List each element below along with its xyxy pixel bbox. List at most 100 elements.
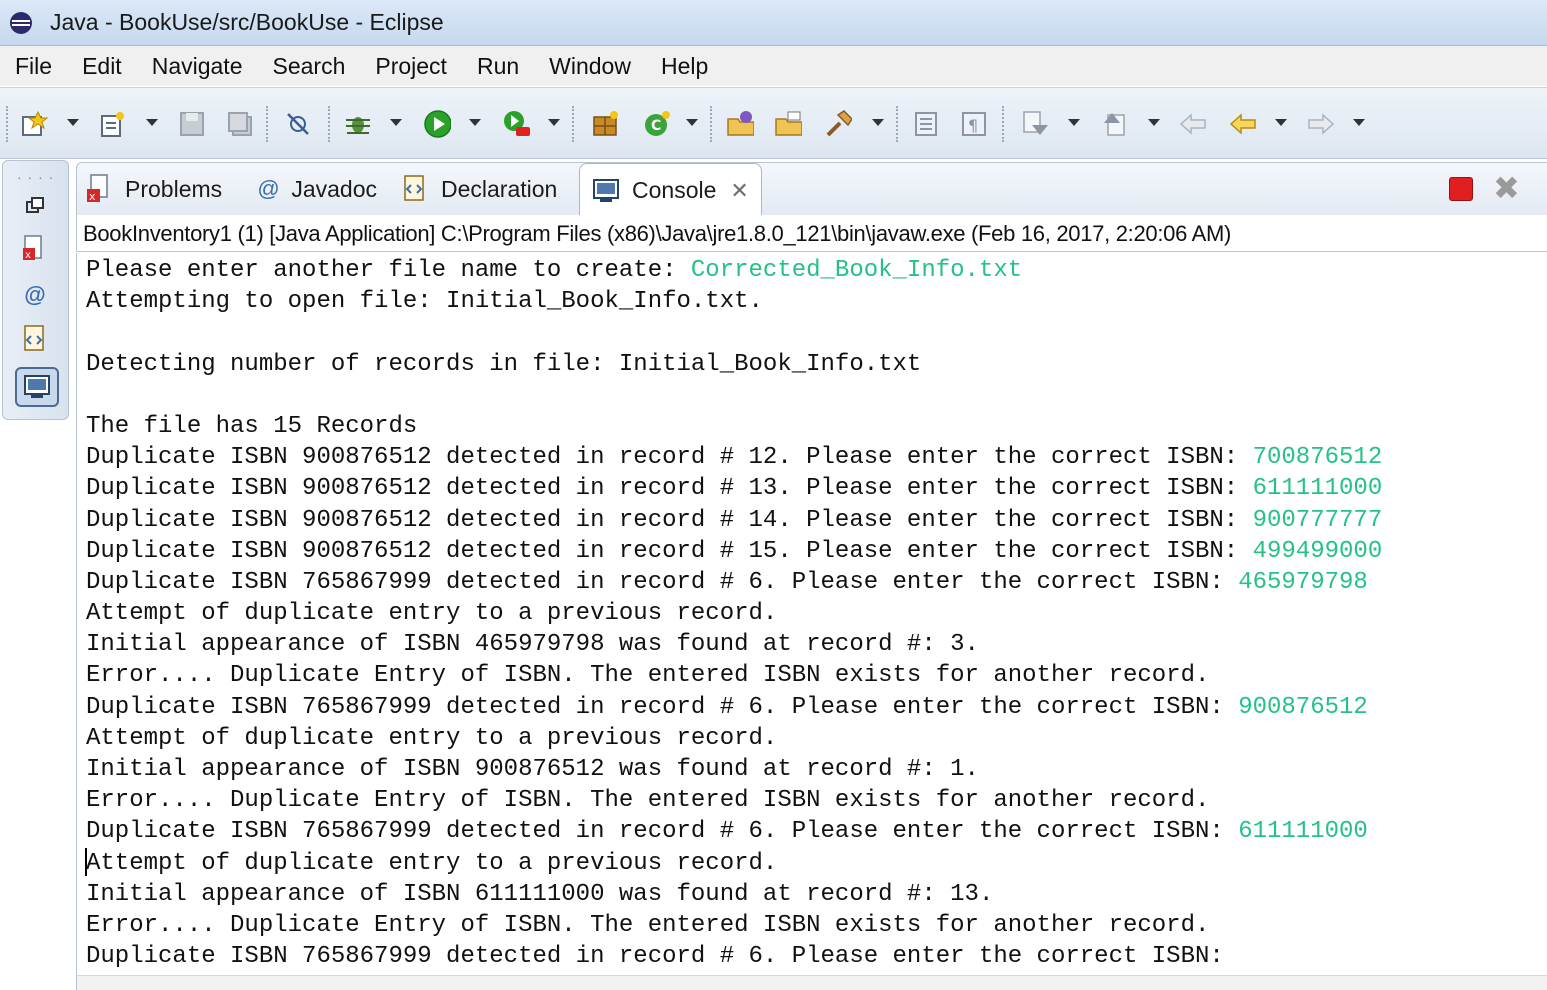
- run-dropdown-arrow[interactable]: [469, 119, 481, 126]
- toggle-block-icon[interactable]: [912, 110, 940, 138]
- console-line: Error.... Duplicate Entry of ISBN. The e…: [86, 660, 1547, 691]
- run-icon[interactable]: [423, 110, 451, 138]
- tab-problems[interactable]: x Problems: [85, 163, 222, 215]
- previous-annotation-dropdown-arrow[interactable]: [1148, 119, 1160, 126]
- menu-navigate[interactable]: Navigate: [137, 53, 258, 80]
- console-output-text: Error.... Duplicate Entry of ISBN. The e…: [86, 787, 1210, 815]
- menu-file[interactable]: File: [0, 53, 67, 80]
- declaration-view-icon[interactable]: [15, 321, 55, 357]
- horizontal-scrollbar[interactable]: [76, 975, 1547, 990]
- tab-label: Declaration: [441, 175, 558, 202]
- menu-run[interactable]: Run: [462, 53, 534, 80]
- new-wizard-icon[interactable]: [20, 110, 48, 138]
- menu-project[interactable]: Project: [360, 53, 462, 80]
- minimized-view-trim: · · · · x @: [2, 160, 69, 420]
- console-user-input: 900876512: [1238, 693, 1368, 721]
- new-java-project-icon[interactable]: [590, 110, 618, 138]
- console-output-text: Please enter another file name to create…: [86, 257, 691, 284]
- declaration-icon: [401, 173, 429, 205]
- debug-icon[interactable]: [344, 110, 372, 138]
- tab-declaration[interactable]: Declaration: [401, 163, 557, 215]
- console-user-input: 611111000: [1238, 818, 1368, 846]
- console-output-text: Duplicate ISBN 900876512 detected in rec…: [86, 475, 1253, 503]
- problems-icon: x: [85, 173, 113, 205]
- javadoc-icon: @: [257, 176, 280, 201]
- console-line: Attempt of duplicate entry to a previous…: [86, 723, 1547, 754]
- console-output-text: Duplicate ISBN 765867999 detected in rec…: [86, 693, 1239, 721]
- console-line: Error.... Duplicate Entry of ISBN. The e…: [86, 785, 1547, 816]
- menu-edit[interactable]: Edit: [67, 53, 137, 80]
- menu-help[interactable]: Help: [646, 53, 723, 80]
- toolbar-separator: [710, 106, 712, 142]
- back-dropdown-arrow[interactable]: [1275, 119, 1287, 126]
- console-output-text: Duplicate ISBN 900876512 detected in rec…: [86, 506, 1253, 534]
- window-title-bar[interactable]: Java - BookUse/src/BookUse - Eclipse: [0, 0, 1547, 46]
- console-output-text: Attempt of duplicate entry to a previous…: [86, 600, 778, 628]
- save-icon[interactable]: [178, 110, 206, 138]
- window-title: Java - BookUse/src/BookUse - Eclipse: [50, 9, 444, 35]
- menu-search[interactable]: Search: [257, 53, 360, 80]
- console-output-text: Attempt of duplicate entry to a previous…: [86, 724, 778, 752]
- console-output-text: Error.... Duplicate Entry of ISBN. The e…: [86, 911, 1210, 939]
- tab-javadoc[interactable]: @ Javadoc: [257, 163, 377, 215]
- toolbar-separator: [896, 106, 898, 142]
- console-line: Initial appearance of ISBN 611111000 was…: [86, 879, 1547, 910]
- console-view-icon[interactable]: [15, 367, 59, 407]
- console-output-text: Initial appearance of ISBN 465979798 was…: [86, 631, 979, 659]
- console-output-text: Initial appearance of ISBN 900876512 was…: [86, 756, 979, 783]
- console-line: Duplicate ISBN 765867999 detected in rec…: [86, 941, 1547, 972]
- forward-icon[interactable]: [1306, 110, 1334, 138]
- save-all-icon[interactable]: [226, 110, 254, 138]
- console-output-text: Duplicate ISBN 765867999 detected in rec…: [86, 818, 1239, 846]
- console-output[interactable]: Please enter another file name to create…: [76, 253, 1547, 975]
- main-toolbar: C ¶: [0, 87, 1547, 159]
- run-external-icon[interactable]: [502, 110, 530, 138]
- show-whitespace-icon[interactable]: ¶: [960, 110, 988, 138]
- terminate-button[interactable]: [1449, 177, 1473, 201]
- svg-text:x: x: [25, 250, 31, 261]
- new-dropdown-arrow[interactable]: [67, 119, 79, 126]
- console-user-input: Corrected_Book_Info.txt: [690, 257, 1023, 284]
- console-output-text: Duplicate ISBN 900876512 detected in rec…: [86, 537, 1253, 565]
- console-process-description: BookInventory1 (1) [Java Application] C:…: [76, 215, 1547, 252]
- menu-window[interactable]: Window: [534, 53, 646, 80]
- tab-console[interactable]: Console ✕: [579, 163, 762, 217]
- forward-dropdown-arrow[interactable]: [1353, 119, 1365, 126]
- javadoc-view-icon[interactable]: @: [15, 277, 55, 313]
- console-line: Duplicate ISBN 900876512 detected in rec…: [86, 505, 1547, 536]
- debug-dropdown-arrow[interactable]: [390, 119, 402, 126]
- trim-handle[interactable]: · · · ·: [17, 169, 54, 185]
- new-class-dropdown-arrow[interactable]: [686, 119, 698, 126]
- tab-label: Problems: [125, 175, 223, 202]
- search-icon[interactable]: [824, 110, 852, 138]
- new-file-dropdown-arrow[interactable]: [146, 119, 158, 126]
- svg-text:¶: ¶: [968, 116, 978, 135]
- run-external-dropdown-arrow[interactable]: [548, 119, 560, 126]
- skip-breakpoints-icon[interactable]: [284, 110, 312, 138]
- new-java-class-icon[interactable]: C: [642, 110, 670, 138]
- search-dropdown-arrow[interactable]: [872, 119, 884, 126]
- close-icon[interactable]: ✕: [730, 178, 748, 204]
- console-line: Error.... Duplicate Entry of ISBN. The e…: [86, 910, 1547, 941]
- console-output-text: The file has 15 Records: [86, 412, 418, 440]
- next-annotation-dropdown-arrow[interactable]: [1068, 119, 1080, 126]
- open-task-icon[interactable]: [774, 110, 802, 138]
- console-output-text: Error.... Duplicate Entry of ISBN. The e…: [86, 662, 1210, 690]
- open-type-icon[interactable]: [726, 110, 754, 138]
- console-line: Initial appearance of ISBN 900876512 was…: [86, 754, 1547, 785]
- last-edit-icon[interactable]: [1178, 110, 1206, 138]
- toolbar-separator: [572, 106, 574, 142]
- previous-annotation-icon[interactable]: [1100, 110, 1128, 138]
- remove-launch-icon[interactable]: ✖: [1493, 169, 1520, 207]
- console-line: Duplicate ISBN 900876512 detected in rec…: [86, 473, 1547, 504]
- back-icon[interactable]: [1228, 110, 1256, 138]
- eclipse-logo-icon: [10, 11, 32, 34]
- console-line: Attempt of duplicate entry to a previous…: [86, 598, 1547, 629]
- restore-icon[interactable]: [15, 187, 55, 223]
- new-file-icon[interactable]: [98, 110, 126, 138]
- next-annotation-icon[interactable]: [1020, 110, 1048, 138]
- console-user-input: 499499000: [1252, 537, 1383, 565]
- console-user-input: 700876512: [1252, 444, 1383, 472]
- problems-view-icon[interactable]: x: [15, 231, 55, 267]
